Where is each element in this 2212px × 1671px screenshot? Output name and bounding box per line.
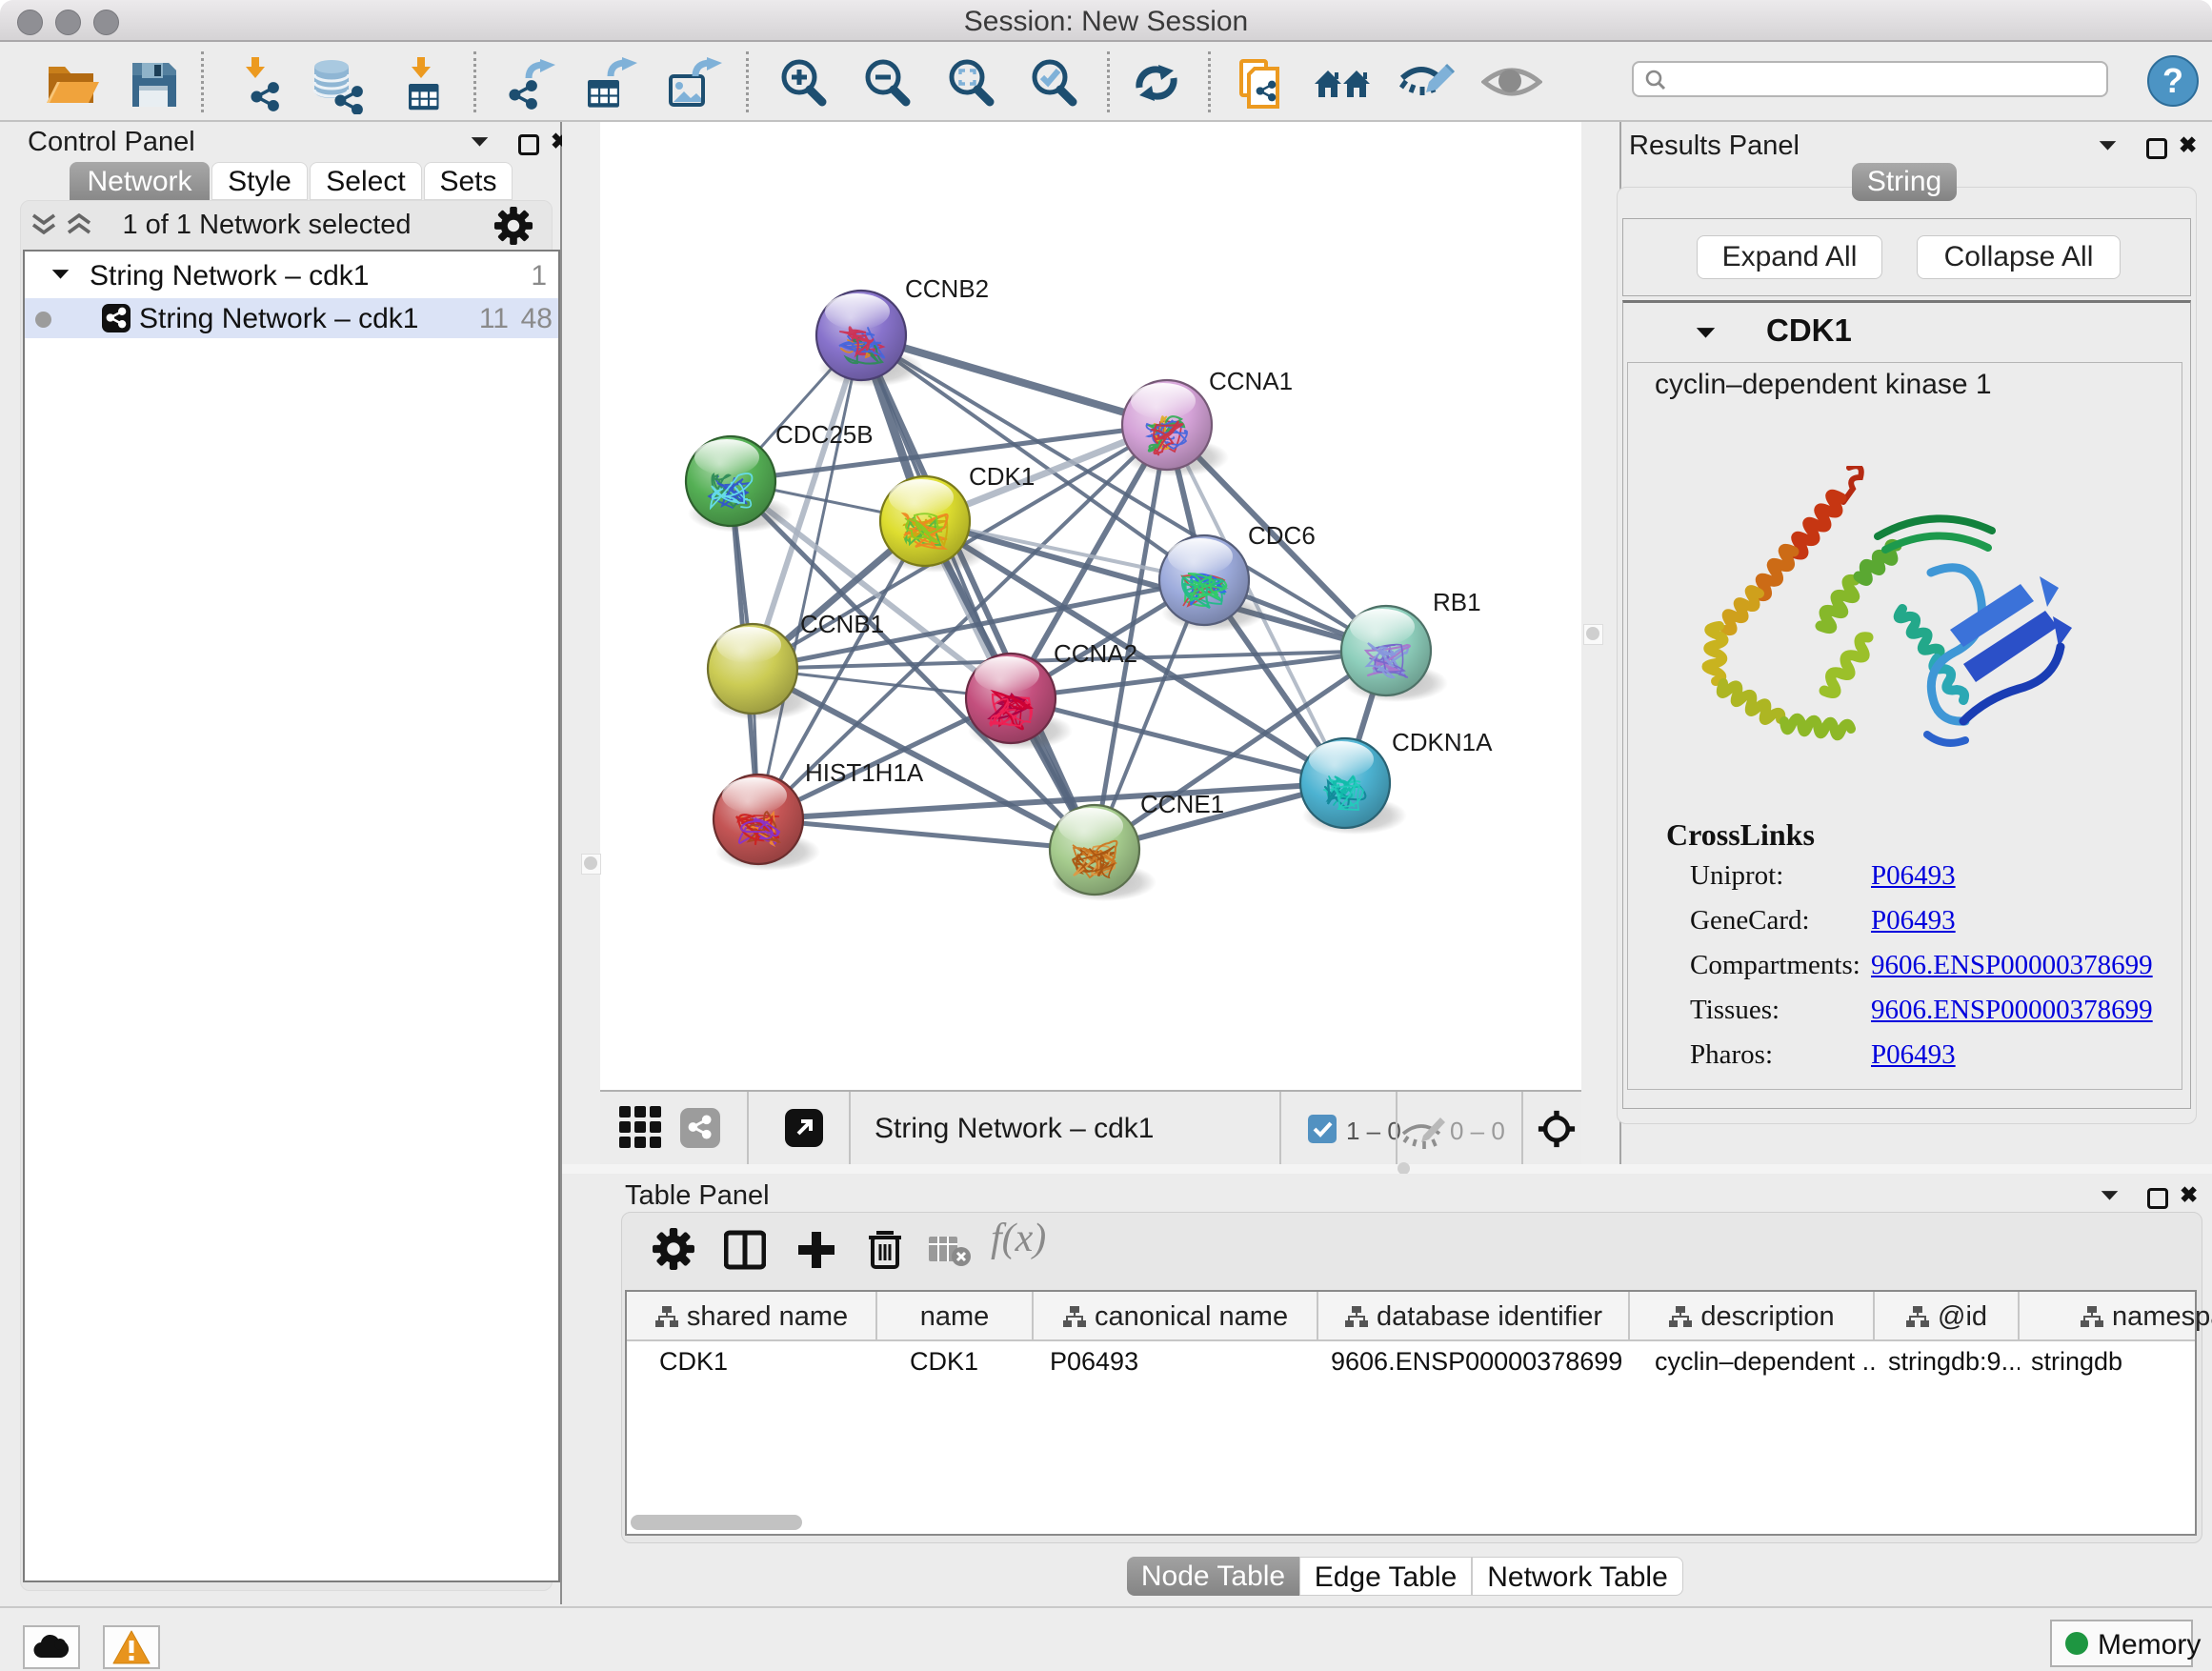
svg-text:CCNA2: CCNA2 [1054, 639, 1137, 668]
svg-text:CDC25B: CDC25B [775, 420, 874, 449]
svg-text:CDK1: CDK1 [969, 462, 1035, 491]
svg-text:CCNB1: CCNB1 [800, 610, 884, 638]
svg-text:CCNB2: CCNB2 [905, 274, 989, 303]
svg-text:CCNA1: CCNA1 [1209, 367, 1293, 395]
svg-text:HIST1H1A: HIST1H1A [805, 758, 924, 787]
svg-text:CDKN1A: CDKN1A [1392, 728, 1493, 756]
svg-text:CCNE1: CCNE1 [1140, 790, 1224, 818]
svg-text:CDC6: CDC6 [1248, 521, 1316, 550]
svg-text:RB1: RB1 [1433, 588, 1481, 616]
svg-text:?: ? [2162, 61, 2183, 100]
